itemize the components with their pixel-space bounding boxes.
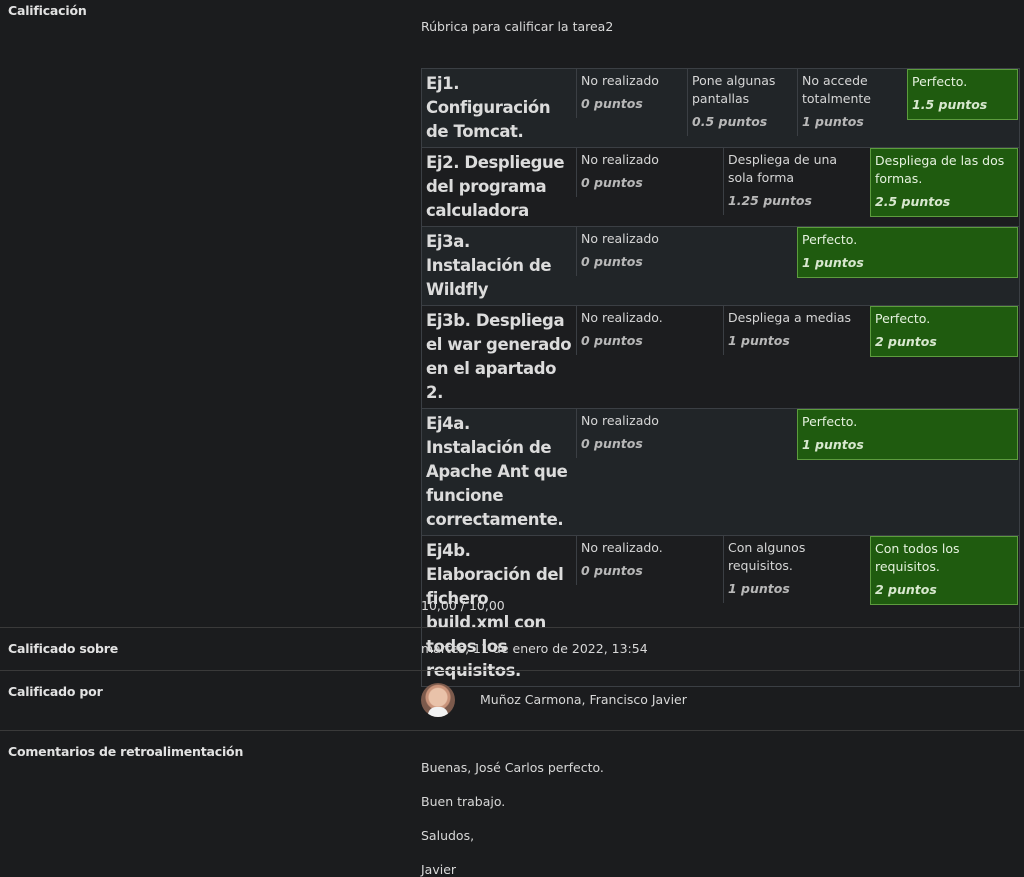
criterion-levels: No realizado 0 puntos Perfecto. 1 puntos <box>576 409 1020 536</box>
row-divider <box>0 670 1024 671</box>
level-selected[interactable]: Perfecto. 1 puntos <box>797 409 1018 460</box>
level[interactable]: Pone algunas pantallas 0.5 puntos <box>687 69 797 136</box>
rubric-title: Rúbrica para calificar la tarea2 <box>421 19 614 34</box>
graded-on-label: Calificado sobre <box>8 641 119 656</box>
grader-name[interactable]: Muñoz Carmona, Francisco Javier <box>480 692 687 707</box>
level-selected[interactable]: Perfecto. 1.5 puntos <box>907 69 1018 120</box>
criterion-description: Ej3b. Despliega el war generado en el ap… <box>426 311 572 402</box>
level-score: 0 puntos <box>581 333 643 348</box>
level[interactable]: No realizado 0 puntos <box>576 409 797 458</box>
rubric-table: Ej1. Configuración de Tomcat. No realizad… <box>421 68 1020 687</box>
level-definition: Con todos los requisitos. <box>875 541 960 574</box>
criterion-levels: No realizado. 0 puntos Despliega a medias 1… <box>576 306 1020 409</box>
level-definition: Con algunos requisitos. <box>728 540 806 573</box>
level-definition: Perfecto. <box>912 74 968 89</box>
criterion-levels: No realizado. 0 puntos Con algunos requisi… <box>576 536 1020 687</box>
level-score: 1.25 puntos <box>728 193 812 208</box>
level-definition: No realizado <box>581 152 659 167</box>
level-score: 0 puntos <box>581 436 643 451</box>
level[interactable]: No accede totalmente 1 puntos <box>797 69 907 136</box>
rubric-criterion-row: Ej4b. Elaboración del fichero build.xml … <box>421 535 1020 687</box>
level-definition: No realizado <box>581 413 659 428</box>
level-selected[interactable]: Perfecto. 2 puntos <box>870 306 1018 357</box>
level-definition: Perfecto. <box>802 232 858 247</box>
level-selected[interactable]: Despliega de las dos formas. 2.5 puntos <box>870 148 1018 217</box>
level[interactable]: Despliega de una sola forma 1.25 puntos <box>723 148 870 215</box>
rubric-criterion-row: Ej2. Despliegue del programa calculadora… <box>421 147 1020 227</box>
rubric-criterion-row: Ej4a. Instalación de Apache Ant que func… <box>421 408 1020 536</box>
level-score: 0 puntos <box>581 254 643 269</box>
level-selected[interactable]: Perfecto. 1 puntos <box>797 227 1018 278</box>
level-definition: No realizado. <box>581 310 663 325</box>
level[interactable]: No realizado 0 puntos <box>576 148 723 197</box>
level-definition: No realizado <box>581 73 659 88</box>
level-definition: Pone algunas pantallas <box>692 73 776 106</box>
graded-by-label: Calificado por <box>8 684 103 699</box>
criterion-description: Ej4a. Instalación de Apache Ant que func… <box>426 414 568 529</box>
rubric-criterion-row: Ej3b. Despliega el war generado en el ap… <box>421 305 1020 409</box>
level-score: 1.5 puntos <box>912 97 988 112</box>
level-score: 0.5 puntos <box>692 114 768 129</box>
level-score: 0 puntos <box>581 96 643 111</box>
level-score: 2 puntos <box>875 582 937 597</box>
feedback-label: Comentarios de retroalimentación <box>8 744 244 759</box>
level-selected[interactable]: Con todos los requisitos. 2 puntos <box>870 536 1018 605</box>
criterion-description: Ej2. Despliegue del programa calculadora <box>426 153 565 220</box>
level-definition: Perfecto. <box>802 414 858 429</box>
criterion-description: Ej1. Configuración de Tomcat. <box>426 74 551 141</box>
level-score: 1 puntos <box>728 581 790 596</box>
level-definition: No accede totalmente <box>802 73 871 106</box>
level[interactable]: No realizado 0 puntos <box>576 227 797 276</box>
level-score: 1 puntos <box>802 255 864 270</box>
criterion-description: Ej3a. Instalación de Wildfly <box>426 232 552 299</box>
level[interactable]: No realizado. 0 puntos <box>576 536 723 585</box>
level-score: 0 puntos <box>581 563 643 578</box>
level-score: 0 puntos <box>581 175 643 190</box>
level-score: 1 puntos <box>802 114 864 129</box>
criterion-levels: No realizado 0 puntos Despliega de una sol… <box>576 148 1020 227</box>
feedback-line: Buen trabajo. <box>421 794 506 809</box>
level[interactable]: No realizado 0 puntos <box>576 69 687 118</box>
level-score: 2 puntos <box>875 334 937 349</box>
level-score: 1 puntos <box>728 333 790 348</box>
criterion-levels: No realizado 0 puntos Pone algunas pantall… <box>576 69 1020 148</box>
rubric-criterion-row: Ej3a. Instalación de Wildfly No realizado… <box>421 226 1020 306</box>
level[interactable]: Despliega a medias 1 puntos <box>723 306 870 355</box>
level-score: 1 puntos <box>802 437 864 452</box>
level-definition: No realizado <box>581 231 659 246</box>
rubric-criterion-row: Ej1. Configuración de Tomcat. No realizad… <box>421 68 1020 148</box>
row-divider <box>0 627 1024 628</box>
level-definition: Despliega de una sola forma <box>728 152 838 185</box>
graded-on-value: martes, 11 de enero de 2022, 13:54 <box>421 641 648 656</box>
grade-label: Calificación <box>8 3 87 18</box>
level[interactable]: No realizado. 0 puntos <box>576 306 723 355</box>
level-score: 2.5 puntos <box>875 194 951 209</box>
level-definition: No realizado. <box>581 540 663 555</box>
row-divider <box>0 730 1024 731</box>
level-definition: Despliega a medias <box>728 310 852 325</box>
criterion-levels: No realizado 0 puntos Perfecto. 1 puntos <box>576 227 1020 306</box>
feedback-line: Buenas, José Carlos perfecto. <box>421 760 604 775</box>
level[interactable]: Con algunos requisitos. 1 puntos <box>723 536 870 603</box>
grade-total: 10,00 / 10,00 <box>421 598 505 613</box>
level-definition: Despliega de las dos formas. <box>875 153 1005 186</box>
level-definition: Perfecto. <box>875 311 931 326</box>
feedback-line: Saludos, <box>421 828 475 843</box>
avatar[interactable] <box>421 683 455 717</box>
